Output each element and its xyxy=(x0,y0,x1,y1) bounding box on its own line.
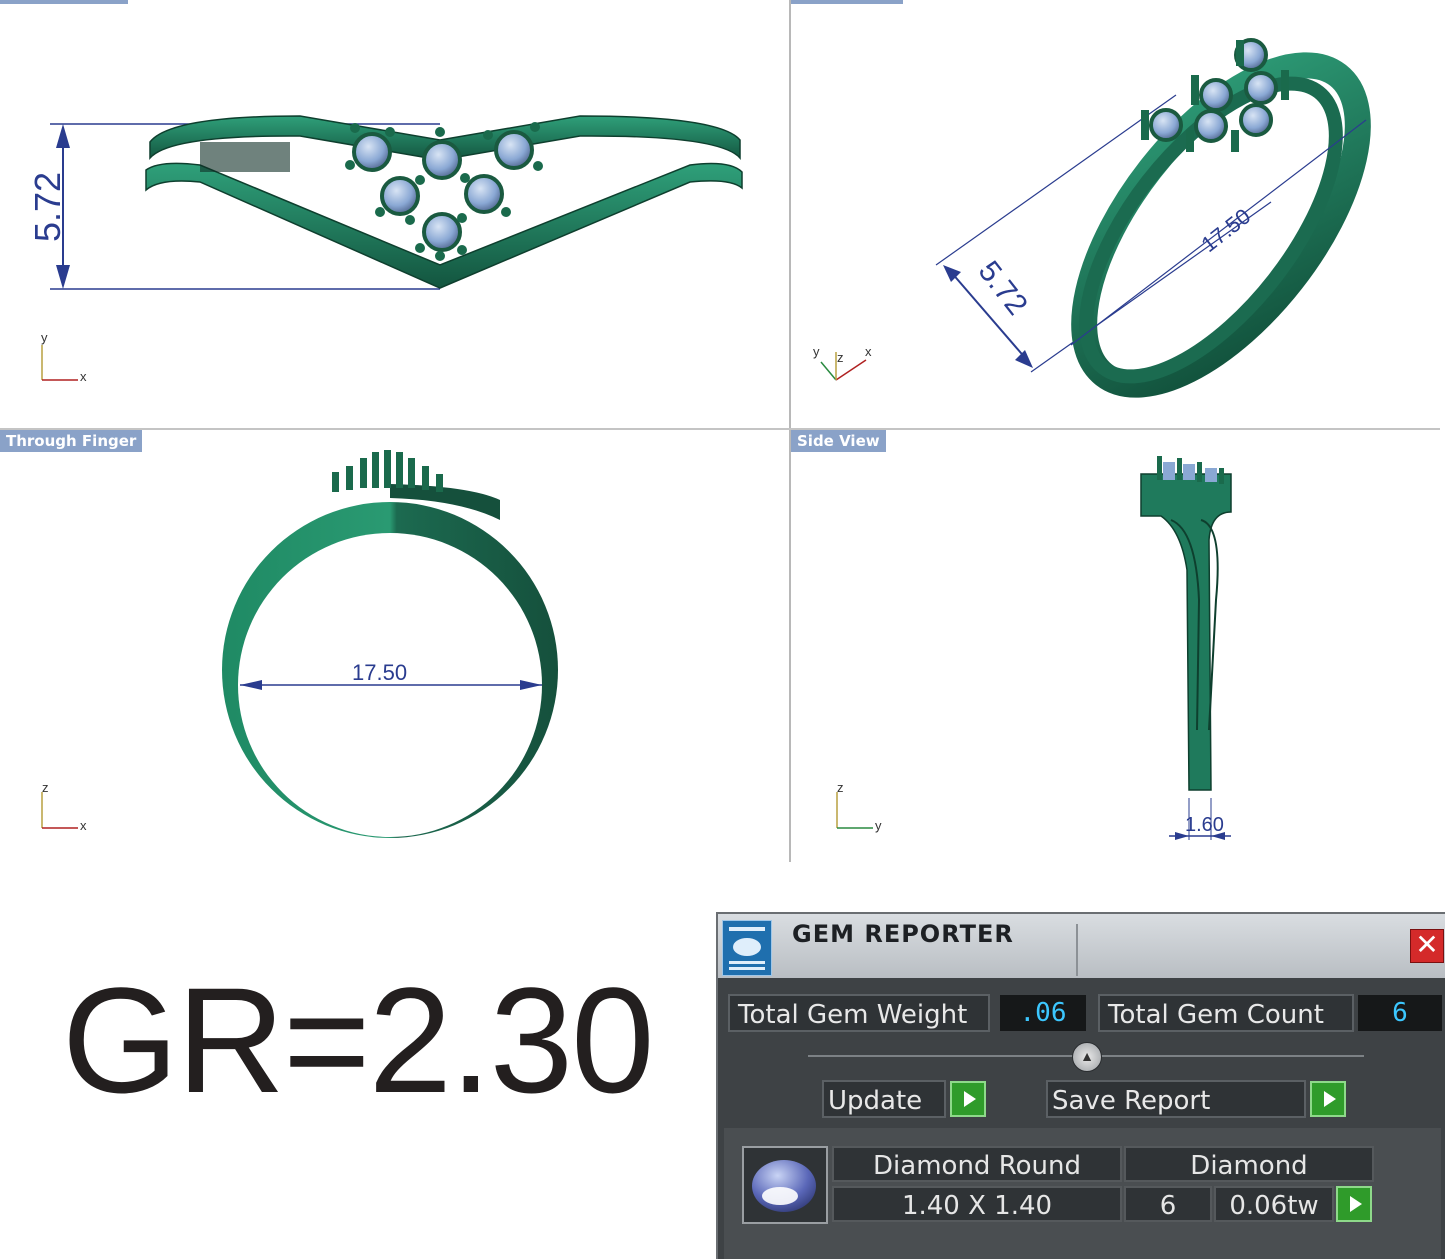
gr-label: GR=2.30 xyxy=(62,956,655,1124)
viewport-side-view[interactable]: Side View 1.60 z y xyxy=(791,430,1440,862)
viewport-divider-vertical[interactable] xyxy=(789,0,791,862)
gem-type: Diamond xyxy=(1124,1146,1374,1182)
gem-reporter-titlebar[interactable]: GEM REPORTER ✕ xyxy=(718,914,1445,978)
stone xyxy=(422,140,462,180)
through-finger-drawing xyxy=(41,450,558,838)
chevron-up-icon: ▲ xyxy=(1080,1048,1094,1064)
save-report-button-label: Save Report xyxy=(1052,1086,1211,1116)
viewport-front[interactable]: 5.72 y x xyxy=(0,0,789,428)
update-button-label: Update xyxy=(828,1086,923,1116)
close-button[interactable]: ✕ xyxy=(1410,929,1444,963)
save-report-play-icon[interactable] xyxy=(1310,1081,1346,1117)
dimension-label-height: 5.72 xyxy=(27,171,68,243)
stones-side xyxy=(1163,462,1217,482)
front-view-drawing xyxy=(41,115,743,381)
gem-reporter-panel: GEM REPORTER ✕ Total Gem Weight .06 Tota… xyxy=(716,912,1445,1259)
stone xyxy=(352,132,392,172)
gem-shape: Diamond Round xyxy=(832,1146,1122,1182)
total-gem-count-label: Total Gem Count xyxy=(1098,994,1354,1032)
axis-label-x: x xyxy=(80,818,87,833)
axis-indicator xyxy=(836,792,873,829)
prongs xyxy=(332,450,443,492)
axis-label-x: x xyxy=(80,369,87,384)
arrow-up-icon xyxy=(56,124,70,148)
update-play-icon[interactable] xyxy=(950,1081,986,1117)
close-icon: ✕ xyxy=(1415,928,1439,961)
stone xyxy=(380,176,420,216)
total-gem-count-value: 6 xyxy=(1358,995,1442,1031)
gem-reporter-title: GEM REPORTER xyxy=(792,920,1014,948)
gem-size: 1.40 X 1.40 xyxy=(832,1186,1122,1222)
ring-shadow xyxy=(200,142,290,172)
diamond-round-icon xyxy=(742,1146,828,1224)
arrow-down-icon xyxy=(56,265,70,289)
gem-weight: 0.06tw xyxy=(1214,1186,1334,1222)
gem-list-row[interactable]: Diamond Round Diamond 1.40 X 1.40 6 0.06… xyxy=(724,1128,1441,1259)
viewport-divider-horizontal[interactable] xyxy=(0,428,1440,430)
axis-label-z: z xyxy=(42,780,49,795)
axis-indicator xyxy=(41,792,78,829)
stone xyxy=(494,130,534,170)
stone xyxy=(464,174,504,214)
save-report-button[interactable]: Save Report xyxy=(1046,1080,1306,1118)
viewport-through-finger[interactable]: Through Finger 17.50 z x xyxy=(0,430,789,862)
ring-side-profile xyxy=(1140,473,1232,791)
axis-label-z: z xyxy=(837,780,844,795)
arrow-icon xyxy=(1015,350,1033,368)
dimension-label-diameter: 17.50 xyxy=(352,660,408,685)
perspective-view-drawing xyxy=(820,38,1371,398)
dimension-label-thickness: 1.60 xyxy=(1185,814,1224,836)
axis-indicator xyxy=(820,352,867,381)
axis-indicator xyxy=(41,345,78,381)
axis-label-y: y xyxy=(41,330,48,345)
stone-cluster xyxy=(1141,38,1289,152)
axis-label-z: z xyxy=(837,350,844,365)
total-gem-weight-value: .06 xyxy=(1000,995,1086,1031)
stone xyxy=(422,212,462,252)
total-gem-weight-label: Total Gem Weight xyxy=(728,994,990,1032)
side-view-drawing xyxy=(836,456,1232,840)
gem-row-play-icon[interactable] xyxy=(1336,1186,1372,1222)
titlebar-separator xyxy=(1076,924,1078,976)
collapse-toggle-button[interactable]: ▲ xyxy=(1072,1042,1102,1072)
gem-reporter-app-icon xyxy=(722,920,772,976)
axis-label-x: x xyxy=(865,344,872,359)
axis-label-y: y xyxy=(813,344,820,359)
update-button[interactable]: Update xyxy=(822,1080,946,1118)
viewport-perspective[interactable]: 5.72 17.50 y z x xyxy=(791,0,1440,428)
gem-count: 6 xyxy=(1124,1186,1212,1222)
axis-label-y: y xyxy=(875,818,882,833)
